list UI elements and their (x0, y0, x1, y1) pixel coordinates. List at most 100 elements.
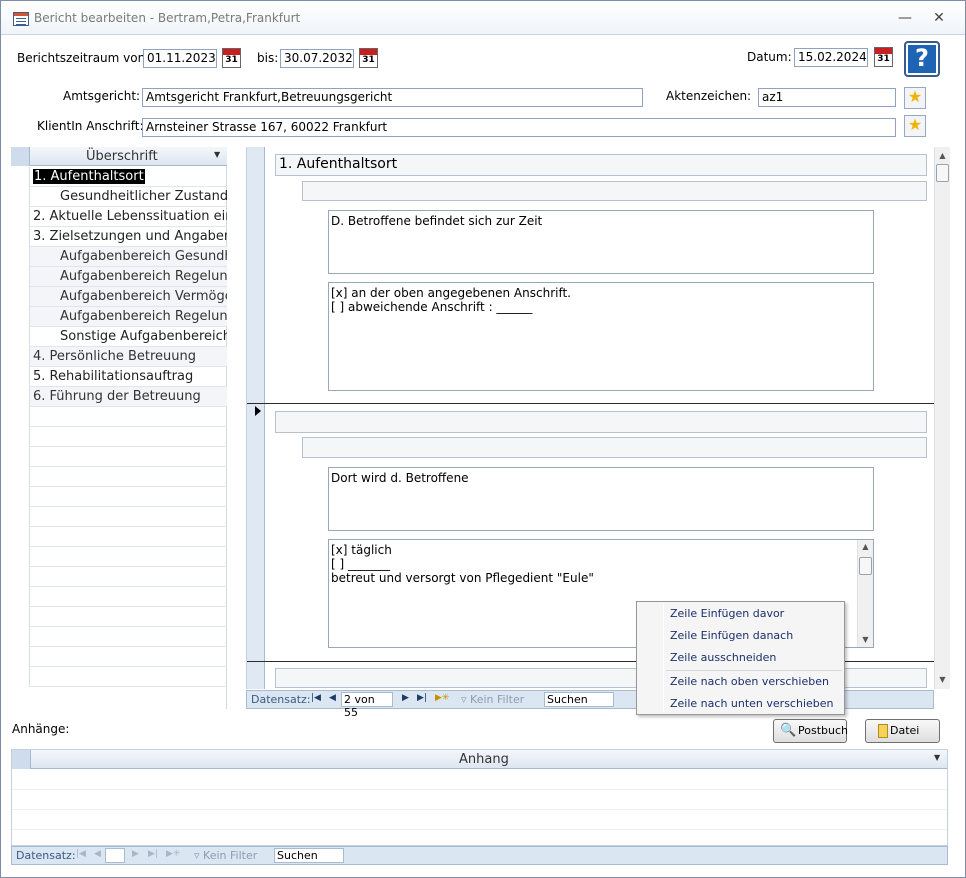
new-record-icon[interactable]: ▶✳ (166, 849, 180, 859)
window-title: Bericht bearbeiten - Bertram,Petra,Frank… (34, 11, 301, 25)
attachments-record-navigator: Datensatz: |◀ ◀ ▶ ▶| ▶✳ ▿ Kein Filter Su… (11, 846, 948, 865)
filter-indicator[interactable]: ▿ Kein Filter (461, 693, 524, 706)
empty-row (11, 427, 227, 447)
list-item[interactable]: 4. Persönliche Betreuung (11, 347, 227, 367)
address-field[interactable]: Arnsteiner Strasse 167, 60022 Frankfurt (142, 118, 896, 137)
heading-list: Überschrift ▼ 1. Aufenthaltsort Gesundhe… (11, 147, 227, 709)
navigator-label: Datensatz: (251, 693, 311, 706)
list-item[interactable]: Sonstige Aufgabenbereiche (11, 327, 227, 347)
list-item[interactable]: 2. Aktuelle Lebenssituation ein (11, 207, 227, 227)
next-record-button[interactable]: ▶ (402, 693, 409, 703)
form-icon (13, 12, 29, 26)
list-item[interactable]: Aufgabenbereich Regelung (11, 307, 227, 327)
calendar-date-icon[interactable]: 31 (874, 47, 893, 67)
navigator-search-input[interactable]: Suchen (274, 848, 344, 863)
empty-row (11, 507, 227, 527)
heading-column-title: Überschrift (86, 149, 158, 164)
prev-record-button[interactable]: ◀ (329, 693, 336, 703)
question-field[interactable]: Dort wird d. Betroffene (328, 467, 874, 531)
period-to-label: bis: (257, 51, 279, 65)
favorite-file-star-icon[interactable]: ★ (904, 87, 926, 109)
new-record-icon[interactable]: ▶✳ (435, 693, 449, 703)
empty-row (11, 527, 227, 547)
menu-item-move-up[interactable]: Zeile nach oben verschieben (670, 675, 829, 688)
record-selector-strip[interactable] (247, 147, 265, 689)
filter-indicator[interactable]: ▿ Kein Filter (194, 849, 257, 862)
empty-row (11, 647, 227, 667)
last-record-button[interactable]: ▶| (148, 849, 158, 859)
answer-field[interactable]: [x] an der oben angegebenen Anschrift. [… (328, 282, 874, 391)
next-record-button[interactable]: ▶ (132, 849, 139, 859)
menu-item-insert-after[interactable]: Zeile Einfügen danach (670, 629, 793, 642)
empty-row (11, 547, 227, 567)
list-item[interactable]: 6. Führung der Betreuung (11, 387, 227, 407)
empty-row (11, 487, 227, 507)
magnifier-icon: 🔍 (780, 723, 797, 738)
current-record-arrow-icon (255, 406, 261, 416)
attachment-column-title: Anhang (459, 752, 509, 767)
empty-row (11, 447, 227, 467)
first-record-button[interactable]: |◀ (311, 693, 321, 703)
court-field[interactable]: Amtsgericht Frankfurt,Betreuungsgericht (142, 88, 643, 107)
prev-record-button[interactable]: ◀ (94, 849, 101, 859)
empty-row (11, 667, 227, 687)
calendar-to-icon[interactable]: 31 (359, 48, 378, 68)
date-field[interactable]: 15.02.2024 (794, 48, 868, 67)
address-label: KlientIn Anschrift: (37, 119, 144, 133)
list-item[interactable]: Aufgabenbereich Gesundh (11, 247, 227, 267)
close-button[interactable]: ✕ (927, 9, 951, 27)
list-item[interactable]: 3. Zielsetzungen und Angaben z (11, 227, 227, 247)
date-label: Datum: (747, 50, 792, 64)
empty-row (11, 627, 227, 647)
select-all-corner[interactable] (11, 147, 30, 166)
select-all-corner[interactable] (12, 750, 31, 769)
menu-item-insert-before[interactable]: Zeile Einfügen davor (670, 607, 784, 620)
favorite-address-star-icon[interactable]: ★ (904, 115, 926, 137)
file-number-label: Aktenzeichen: (666, 89, 752, 103)
record-number-field[interactable] (105, 848, 125, 863)
navigator-search-input[interactable]: Suchen (544, 692, 614, 707)
list-item[interactable]: Aufgabenbereich Regelung (11, 267, 227, 287)
heading-list-header[interactable]: Überschrift ▼ (11, 147, 227, 166)
datei-button[interactable]: Datei (865, 719, 940, 743)
minimize-button[interactable]: — (893, 9, 917, 27)
navigator-label: Datensatz: (16, 849, 76, 862)
first-record-button[interactable]: |◀ (76, 849, 86, 859)
period-to-field[interactable]: 30.07.2032 (280, 49, 354, 68)
calendar-from-icon[interactable]: 31 (222, 48, 241, 68)
attachments-table: Anhang ▼ (11, 749, 948, 846)
court-label: Amtsgericht: (63, 89, 141, 103)
question-field[interactable]: D. Betroffene befindet sich zur Zeit (328, 210, 874, 274)
chevron-down-icon[interactable]: ▼ (214, 150, 220, 159)
menu-item-cut-row[interactable]: Zeile ausschneiden (670, 651, 776, 664)
list-item[interactable]: 1. Aufenthaltsort (11, 167, 227, 187)
menu-item-move-down[interactable]: Zeile nach unten verschieben (670, 697, 834, 710)
empty-row (11, 567, 227, 587)
empty-row (11, 467, 227, 487)
file-icon (878, 724, 888, 738)
section-heading-field[interactable] (275, 411, 927, 433)
chevron-down-icon[interactable]: ▼ (934, 753, 940, 762)
report-edit-window: Bericht bearbeiten - Bertram,Petra,Frank… (0, 0, 966, 878)
list-item[interactable]: Gesundheitlicher Zustand (11, 187, 227, 207)
list-item[interactable]: Aufgabenbereich Vermöge (11, 287, 227, 307)
section-subheading-field[interactable] (302, 437, 927, 458)
attachments-header[interactable]: Anhang ▼ (12, 750, 947, 769)
list-item[interactable]: 5. Rehabilitationsauftrag (11, 367, 227, 387)
record-number-field[interactable]: 2 von 55 (341, 692, 393, 719)
help-button[interactable]: ? (904, 41, 940, 77)
record-separator (247, 403, 935, 404)
funnel-icon: ▿ (461, 693, 467, 706)
file-number-field[interactable]: az1 (758, 88, 896, 107)
section-heading-field[interactable]: 1. Aufenthaltsort (275, 154, 927, 176)
answer-scrollbar[interactable]: ▲ ▼ (857, 540, 873, 647)
last-record-button[interactable]: ▶| (417, 693, 427, 703)
empty-row (11, 587, 227, 607)
postbuch-button[interactable]: 🔍 Postbuch (773, 719, 848, 743)
empty-row (11, 407, 227, 427)
detail-scrollbar[interactable]: ▲ ▼ (934, 147, 950, 689)
section-subheading-field[interactable] (302, 181, 927, 201)
title-bar: Bericht bearbeiten - Bertram,Petra,Frank… (1, 1, 965, 35)
empty-row (11, 607, 227, 627)
period-from-field[interactable]: 01.11.2023 (143, 49, 217, 68)
